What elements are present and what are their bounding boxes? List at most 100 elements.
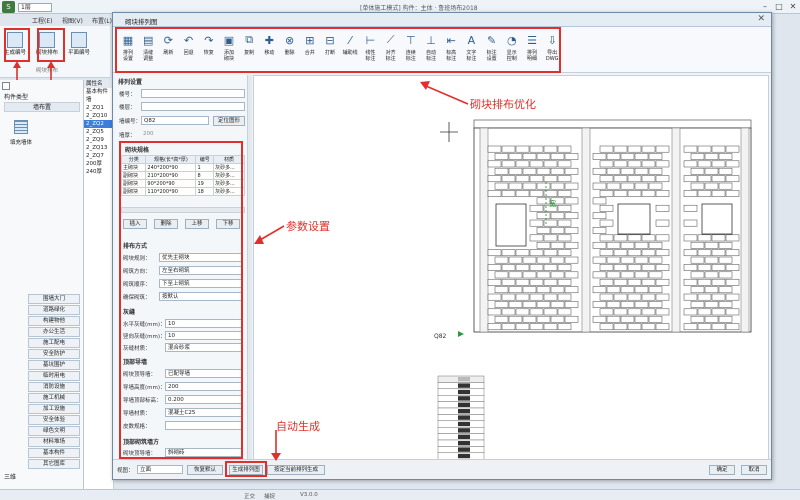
block-brick[interactable] — [487, 278, 502, 286]
block-brick[interactable] — [515, 175, 530, 183]
block-brick[interactable] — [599, 293, 614, 301]
block-brick[interactable] — [704, 315, 719, 323]
block-brick[interactable] — [592, 197, 607, 205]
block-brick[interactable] — [725, 278, 740, 286]
menu-view[interactable]: 视图(V) — [62, 16, 83, 25]
block-brick[interactable] — [599, 145, 614, 153]
block-brick[interactable] — [557, 145, 572, 153]
block-brick[interactable] — [613, 175, 628, 183]
block-brick[interactable] — [508, 182, 523, 190]
minimize-icon[interactable]: – — [760, 2, 770, 12]
block-brick[interactable] — [557, 234, 572, 242]
block-brick[interactable] — [606, 182, 621, 190]
block-brick[interactable] — [536, 227, 551, 234]
block-brick[interactable] — [494, 301, 509, 308]
block-brick[interactable] — [487, 323, 502, 331]
category-item[interactable]: 消防设施 — [28, 382, 80, 392]
block-brick[interactable] — [557, 293, 572, 301]
block-brick[interactable] — [564, 153, 579, 160]
block-brick[interactable] — [557, 175, 572, 183]
panel-bottom-label[interactable]: 三维 — [4, 472, 16, 481]
block-brick[interactable] — [648, 301, 663, 308]
block-brick[interactable] — [620, 301, 635, 308]
block-brick[interactable] — [690, 301, 705, 308]
block-brick[interactable] — [557, 219, 572, 227]
block-brick[interactable] — [697, 234, 712, 242]
block-brick[interactable] — [627, 190, 642, 197]
list-item[interactable]: 2_ZQ2 — [84, 120, 113, 128]
block-brick[interactable] — [494, 182, 509, 190]
block-brick[interactable] — [683, 249, 698, 257]
block-brick[interactable] — [655, 234, 670, 242]
block-brick[interactable] — [690, 256, 705, 264]
block-brick[interactable] — [557, 160, 572, 168]
block-brick[interactable] — [648, 256, 663, 264]
block-brick[interactable] — [599, 323, 614, 331]
block-brick[interactable] — [725, 160, 740, 168]
block-brick[interactable] — [564, 227, 579, 234]
block-brick[interactable] — [683, 204, 698, 212]
block-brick[interactable] — [690, 241, 705, 249]
block-brick[interactable] — [634, 271, 649, 279]
block-brick[interactable] — [564, 301, 579, 308]
block-brick[interactable] — [501, 278, 516, 286]
block-brick[interactable] — [613, 190, 628, 197]
block-brick[interactable] — [550, 315, 565, 323]
ok-button[interactable]: 确定 — [709, 465, 735, 475]
block-brick[interactable] — [641, 308, 656, 316]
block-brick[interactable] — [592, 167, 607, 175]
block-brick[interactable] — [515, 278, 530, 286]
block-brick[interactable] — [718, 167, 733, 175]
block-brick[interactable] — [711, 293, 726, 301]
block-brick[interactable] — [529, 308, 544, 316]
block-brick[interactable] — [634, 241, 649, 249]
block-brick[interactable] — [599, 175, 614, 183]
block-brick[interactable] — [550, 212, 565, 220]
block-brick[interactable] — [550, 153, 565, 160]
block-brick[interactable] — [725, 293, 740, 301]
block-brick[interactable] — [704, 182, 719, 190]
block-brick[interactable] — [725, 145, 740, 153]
block-brick[interactable] — [543, 278, 558, 286]
block-brick[interactable] — [711, 264, 726, 271]
block-brick[interactable] — [536, 301, 551, 308]
block-brick[interactable] — [704, 286, 719, 294]
block-brick[interactable] — [543, 249, 558, 257]
block-brick[interactable] — [529, 204, 544, 212]
block-brick[interactable] — [550, 301, 565, 308]
block-brick[interactable] — [655, 293, 670, 301]
panel-pin-icon[interactable] — [2, 82, 10, 90]
block-brick[interactable] — [487, 190, 502, 197]
block-brick[interactable] — [683, 145, 698, 153]
restore-default-button[interactable]: 恢复默认 — [187, 465, 223, 475]
category-item[interactable]: 安全防护 — [28, 349, 80, 359]
block-brick[interactable] — [613, 145, 628, 153]
block-brick[interactable] — [648, 315, 663, 323]
block-brick[interactable] — [529, 249, 544, 257]
block-brick[interactable] — [683, 264, 698, 271]
block-brick[interactable] — [711, 145, 726, 153]
block-brick[interactable] — [641, 264, 656, 271]
block-brick[interactable] — [690, 182, 705, 190]
block-brick[interactable] — [487, 264, 502, 271]
block-brick[interactable] — [648, 271, 663, 279]
block-brick[interactable] — [599, 264, 614, 271]
block-brick[interactable] — [683, 175, 698, 183]
block-brick[interactable] — [557, 204, 572, 212]
block-brick[interactable] — [564, 167, 579, 175]
block-brick[interactable] — [529, 293, 544, 301]
block-brick[interactable] — [536, 167, 551, 175]
block-brick[interactable] — [543, 293, 558, 301]
block-brick[interactable] — [564, 182, 579, 190]
category-item[interactable]: 加工设施 — [28, 404, 80, 414]
category-item[interactable]: 材料堆场 — [28, 437, 80, 447]
category-item[interactable]: 施工配电 — [28, 338, 80, 348]
block-brick[interactable] — [592, 153, 607, 160]
block-brick[interactable] — [536, 182, 551, 190]
block-brick[interactable] — [683, 234, 698, 242]
block-brick[interactable] — [599, 278, 614, 286]
block-brick[interactable] — [550, 227, 565, 234]
block-brick[interactable] — [606, 241, 621, 249]
block-brick[interactable] — [529, 264, 544, 271]
list-item[interactable]: 2_ZQ10 — [84, 112, 113, 120]
